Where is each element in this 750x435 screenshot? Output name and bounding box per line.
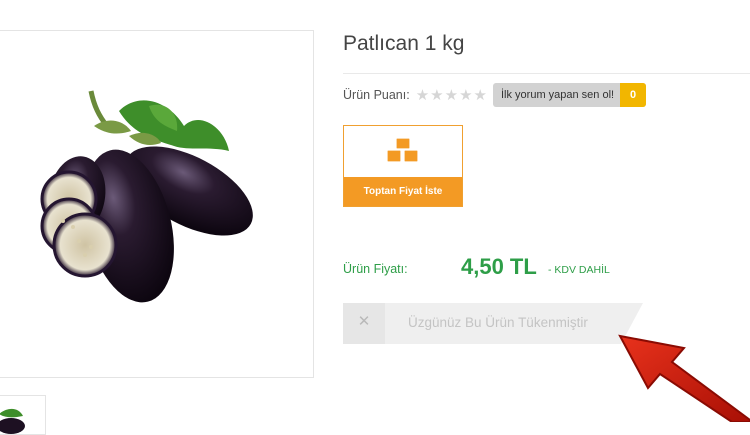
- first-review-button[interactable]: İlk yorum yapan sen ol! 0: [492, 83, 647, 107]
- product-image-frame[interactable]: [0, 30, 314, 378]
- wholesale-button-label: Toptan Fiyat İste: [344, 177, 462, 206]
- star-icon[interactable]: ★: [416, 88, 429, 103]
- divider: [343, 73, 750, 74]
- star-icon[interactable]: ★: [474, 88, 487, 103]
- rating-row: Ürün Puanı: ★ ★ ★ ★ ★ İlk yorum yapan se…: [343, 83, 647, 107]
- star-icon[interactable]: ★: [445, 88, 458, 103]
- tax-note: - KDV DAHİL: [548, 264, 610, 276]
- close-icon: ✕: [357, 313, 371, 330]
- boxes-icon: [386, 137, 419, 163]
- star-icon[interactable]: ★: [459, 88, 472, 103]
- price-label: Ürün Fiyatı:: [343, 262, 408, 276]
- star-icon[interactable]: ★: [430, 88, 443, 103]
- review-count-badge: 0: [620, 83, 647, 107]
- sold-out-button[interactable]: ✕ Üzgünüz Bu Ürün Tükenmiştir: [343, 303, 643, 344]
- thumbnail-image: [0, 409, 25, 434]
- sold-out-label: Üzgünüz Bu Ürün Tükenmiştir: [408, 315, 588, 330]
- product-title: Patlıcan 1 kg: [343, 32, 465, 55]
- price-value: 4,50 TL: [461, 254, 537, 279]
- wholesale-price-button[interactable]: Toptan Fiyat İste: [343, 125, 463, 207]
- review-prompt: İlk yorum yapan sen ol!: [500, 89, 615, 101]
- product-image: [40, 90, 253, 303]
- red-arrow: [618, 334, 750, 422]
- rating-label: Ürün Puanı:: [343, 88, 410, 102]
- rating-stars[interactable]: ★ ★ ★ ★ ★: [416, 88, 487, 103]
- product-thumbnail[interactable]: [0, 395, 46, 435]
